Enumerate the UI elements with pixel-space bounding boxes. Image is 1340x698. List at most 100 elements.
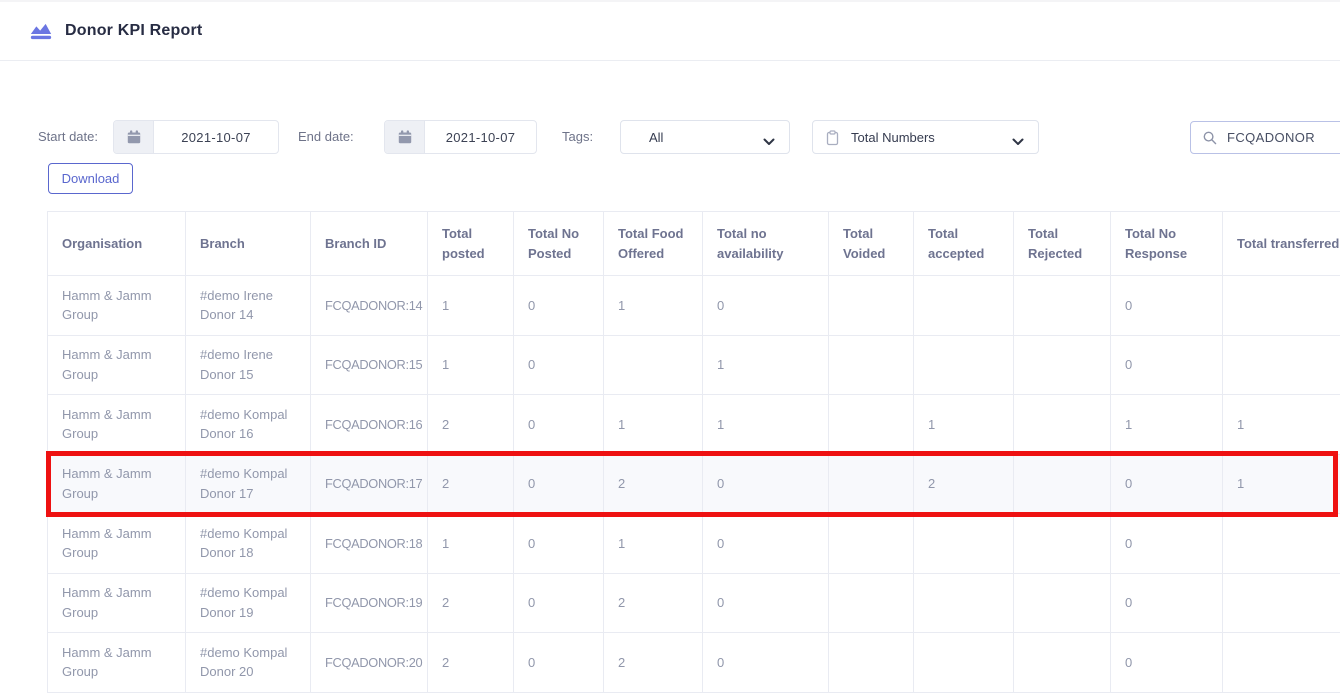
- tags-select[interactable]: All: [620, 120, 790, 154]
- table-cell: #demo Irene Donor 15: [186, 335, 311, 395]
- column-header: Branch ID: [311, 212, 428, 276]
- table-cell: 0: [514, 633, 604, 693]
- table-cell: 2: [604, 633, 703, 693]
- table-cell: [1014, 454, 1111, 514]
- metric-select-value: Total Numbers: [851, 130, 935, 145]
- table-cell: 1: [428, 335, 514, 395]
- table-row: Hamm & Jamm Group#demo Kompal Donor 20FC…: [48, 633, 1340, 693]
- calendar-icon[interactable]: [114, 121, 154, 153]
- table-cell: 0: [1111, 335, 1223, 395]
- table-cell: 1: [428, 514, 514, 574]
- table-cell: [1014, 395, 1111, 455]
- table-cell: [1014, 514, 1111, 574]
- table-cell: 0: [514, 573, 604, 633]
- table-cell: 0: [1111, 633, 1223, 693]
- table-cell: #demo Kompal Donor 19: [186, 573, 311, 633]
- table-cell: [829, 633, 914, 693]
- search-icon: [1203, 131, 1217, 145]
- download-button[interactable]: Download: [48, 163, 133, 194]
- column-header: Total posted: [428, 212, 514, 276]
- table-cell: [829, 573, 914, 633]
- table-cell: [829, 395, 914, 455]
- search-input[interactable]: FCQADONOR: [1190, 121, 1340, 154]
- table-cell: 1: [703, 335, 829, 395]
- table-row: Hamm & Jamm Group#demo Kompal Donor 19FC…: [48, 573, 1340, 633]
- table-cell: Hamm & Jamm Group: [48, 276, 186, 336]
- column-header: Total Voided: [829, 212, 914, 276]
- calendar-icon[interactable]: [385, 121, 425, 153]
- table-cell: Hamm & Jamm Group: [48, 335, 186, 395]
- table-cell: 0: [1111, 573, 1223, 633]
- app-header: Donor KPI Report: [0, 0, 1340, 61]
- table-cell: FCQADONOR:14: [311, 276, 428, 336]
- column-header: Total Rejected: [1014, 212, 1111, 276]
- table-cell: Hamm & Jamm Group: [48, 633, 186, 693]
- table-cell: 0: [703, 633, 829, 693]
- table-cell: 1: [1223, 395, 1340, 455]
- table-cell: FCQADONOR:20: [311, 633, 428, 693]
- table-row: Hamm & Jamm Group#demo Irene Donor 14FCQ…: [48, 276, 1340, 336]
- table-cell: #demo Kompal Donor 20: [186, 633, 311, 693]
- table-cell: 2: [428, 633, 514, 693]
- table-cell: 1: [604, 395, 703, 455]
- search-input-value: FCQADONOR: [1227, 130, 1315, 145]
- table-cell: 0: [514, 514, 604, 574]
- table-cell: [604, 335, 703, 395]
- table-cell: 0: [514, 395, 604, 455]
- table-cell: 1: [1223, 454, 1340, 514]
- column-header: Branch: [186, 212, 311, 276]
- end-date-label: End date:: [298, 129, 354, 144]
- table-cell: 2: [604, 573, 703, 633]
- start-date-value[interactable]: 2021-10-07: [154, 121, 278, 153]
- kpi-table-container: OrganisationBranchBranch IDTotal postedT…: [47, 211, 1340, 693]
- table-cell: 2: [914, 454, 1014, 514]
- metric-select[interactable]: Total Numbers: [812, 120, 1039, 154]
- table-cell: [1014, 633, 1111, 693]
- table-cell: 0: [1111, 276, 1223, 336]
- start-date-label: Start date:: [38, 129, 98, 144]
- table-cell: [829, 454, 914, 514]
- table-cell: 0: [514, 454, 604, 514]
- table-cell: [1223, 514, 1340, 574]
- table-cell: [829, 514, 914, 574]
- table-cell: 0: [514, 276, 604, 336]
- table-cell: 2: [604, 454, 703, 514]
- tags-select-value: All: [649, 130, 663, 145]
- tags-label: Tags:: [562, 129, 593, 144]
- table-cell: 1: [703, 395, 829, 455]
- table-cell: #demo Kompal Donor 16: [186, 395, 311, 455]
- chevron-down-icon: [1012, 134, 1024, 149]
- table-cell: [1014, 573, 1111, 633]
- table-cell: [1223, 276, 1340, 336]
- area-chart-icon: [30, 22, 52, 41]
- table-cell: 1: [1111, 395, 1223, 455]
- table-cell: 2: [428, 395, 514, 455]
- end-date-input[interactable]: 2021-10-07: [384, 120, 537, 154]
- table-cell: 1: [428, 276, 514, 336]
- page-title: Donor KPI Report: [65, 22, 202, 40]
- table-row: Hamm & Jamm Group#demo Kompal Donor 18FC…: [48, 514, 1340, 574]
- table-cell: 1: [604, 276, 703, 336]
- table-row: Hamm & Jamm Group#demo Kompal Donor 17FC…: [48, 454, 1340, 514]
- end-date-value[interactable]: 2021-10-07: [425, 121, 536, 153]
- column-header: Total Food Offered: [604, 212, 703, 276]
- clipboard-icon: [826, 130, 839, 149]
- table-row: Hamm & Jamm Group#demo Kompal Donor 16FC…: [48, 395, 1340, 455]
- table-cell: 0: [1111, 454, 1223, 514]
- kpi-table: OrganisationBranchBranch IDTotal postedT…: [47, 211, 1340, 693]
- table-cell: FCQADONOR:18: [311, 514, 428, 574]
- table-cell: [1014, 335, 1111, 395]
- table-cell: 2: [428, 573, 514, 633]
- table-cell: 0: [1111, 514, 1223, 574]
- table-cell: FCQADONOR:19: [311, 573, 428, 633]
- table-cell: FCQADONOR:17: [311, 454, 428, 514]
- table-cell: [1014, 276, 1111, 336]
- table-cell: #demo Kompal Donor 17: [186, 454, 311, 514]
- table-cell: 1: [604, 514, 703, 574]
- table-cell: Hamm & Jamm Group: [48, 454, 186, 514]
- table-cell: [914, 276, 1014, 336]
- table-cell: [914, 633, 1014, 693]
- table-cell: [1223, 573, 1340, 633]
- table-cell: FCQADONOR:16: [311, 395, 428, 455]
- start-date-input[interactable]: 2021-10-07: [113, 120, 279, 154]
